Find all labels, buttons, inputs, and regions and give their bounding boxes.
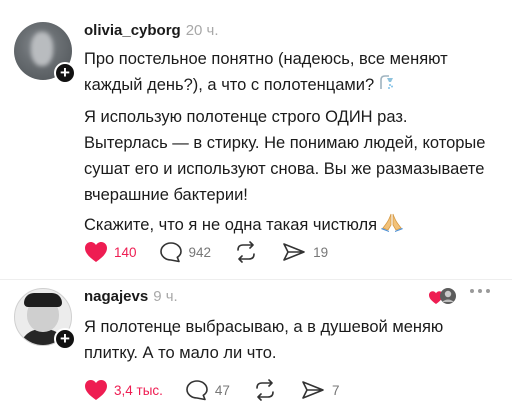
author-liked-icon: [429, 288, 456, 304]
comment-line: Я использую полотенце строго ОДИН раз. В…: [84, 108, 486, 204]
repost-icon: [256, 379, 274, 401]
comment-text: Я полотенце выбрасываю, а в душевой меня…: [84, 314, 494, 366]
comment-header: nagajevs 9 ч.: [84, 288, 178, 305]
follow-plus-icon[interactable]: +: [54, 328, 76, 350]
comment-icon: [186, 380, 208, 401]
comment-header: olivia_cyborg 20 ч.: [84, 22, 219, 39]
reply-button[interactable]: 942: [159, 241, 212, 263]
like-button[interactable]: 3,4 тыс.: [84, 379, 163, 401]
share-button[interactable]: 7: [300, 379, 340, 401]
timestamp: 20 ч.: [185, 22, 219, 39]
like-count: 140: [114, 244, 137, 260]
reply-count: 942: [188, 244, 212, 260]
comment-text: Про постельное понятно (надеюсь, все мен…: [84, 46, 494, 240]
avatar-nagajevs[interactable]: +: [14, 288, 76, 350]
divider: [0, 279, 512, 280]
reply-count: 47: [214, 382, 230, 398]
more-icon[interactable]: [470, 289, 490, 293]
avatar-olivia[interactable]: +: [14, 22, 76, 84]
share-count: 7: [331, 382, 340, 398]
comment-line: Скажите, что я не одна такая чистюля: [84, 216, 378, 234]
repost-icon: [237, 241, 255, 263]
comment-line: Я полотенце выбрасываю, а в душевой меня…: [84, 318, 444, 362]
repost-button[interactable]: [252, 379, 278, 401]
share-button[interactable]: 19: [281, 241, 328, 263]
comment-actions: 3,4 тыс. 47 7: [84, 378, 361, 402]
follow-plus-icon[interactable]: +: [54, 62, 76, 84]
heart-icon: [85, 242, 107, 262]
username[interactable]: nagajevs: [84, 288, 148, 305]
share-icon: [283, 243, 305, 261]
timestamp: 9 ч.: [153, 288, 178, 305]
username[interactable]: olivia_cyborg: [84, 22, 181, 39]
reply-button[interactable]: 47: [185, 379, 230, 401]
praying-hands-emoji-icon: [381, 212, 404, 240]
share-icon: [302, 381, 324, 399]
share-count: 19: [313, 244, 329, 260]
heart-icon: [85, 380, 107, 400]
comment-actions: 140 942 19: [84, 240, 350, 264]
repost-button[interactable]: [233, 241, 259, 263]
like-count: 3,4 тыс.: [114, 382, 163, 398]
like-button[interactable]: 140: [84, 241, 137, 263]
shower-emoji-icon: [378, 74, 396, 100]
comment-icon: [159, 242, 182, 263]
comments-page: + olivia_cyborg 20 ч. Про постельное поня…: [0, 0, 512, 418]
